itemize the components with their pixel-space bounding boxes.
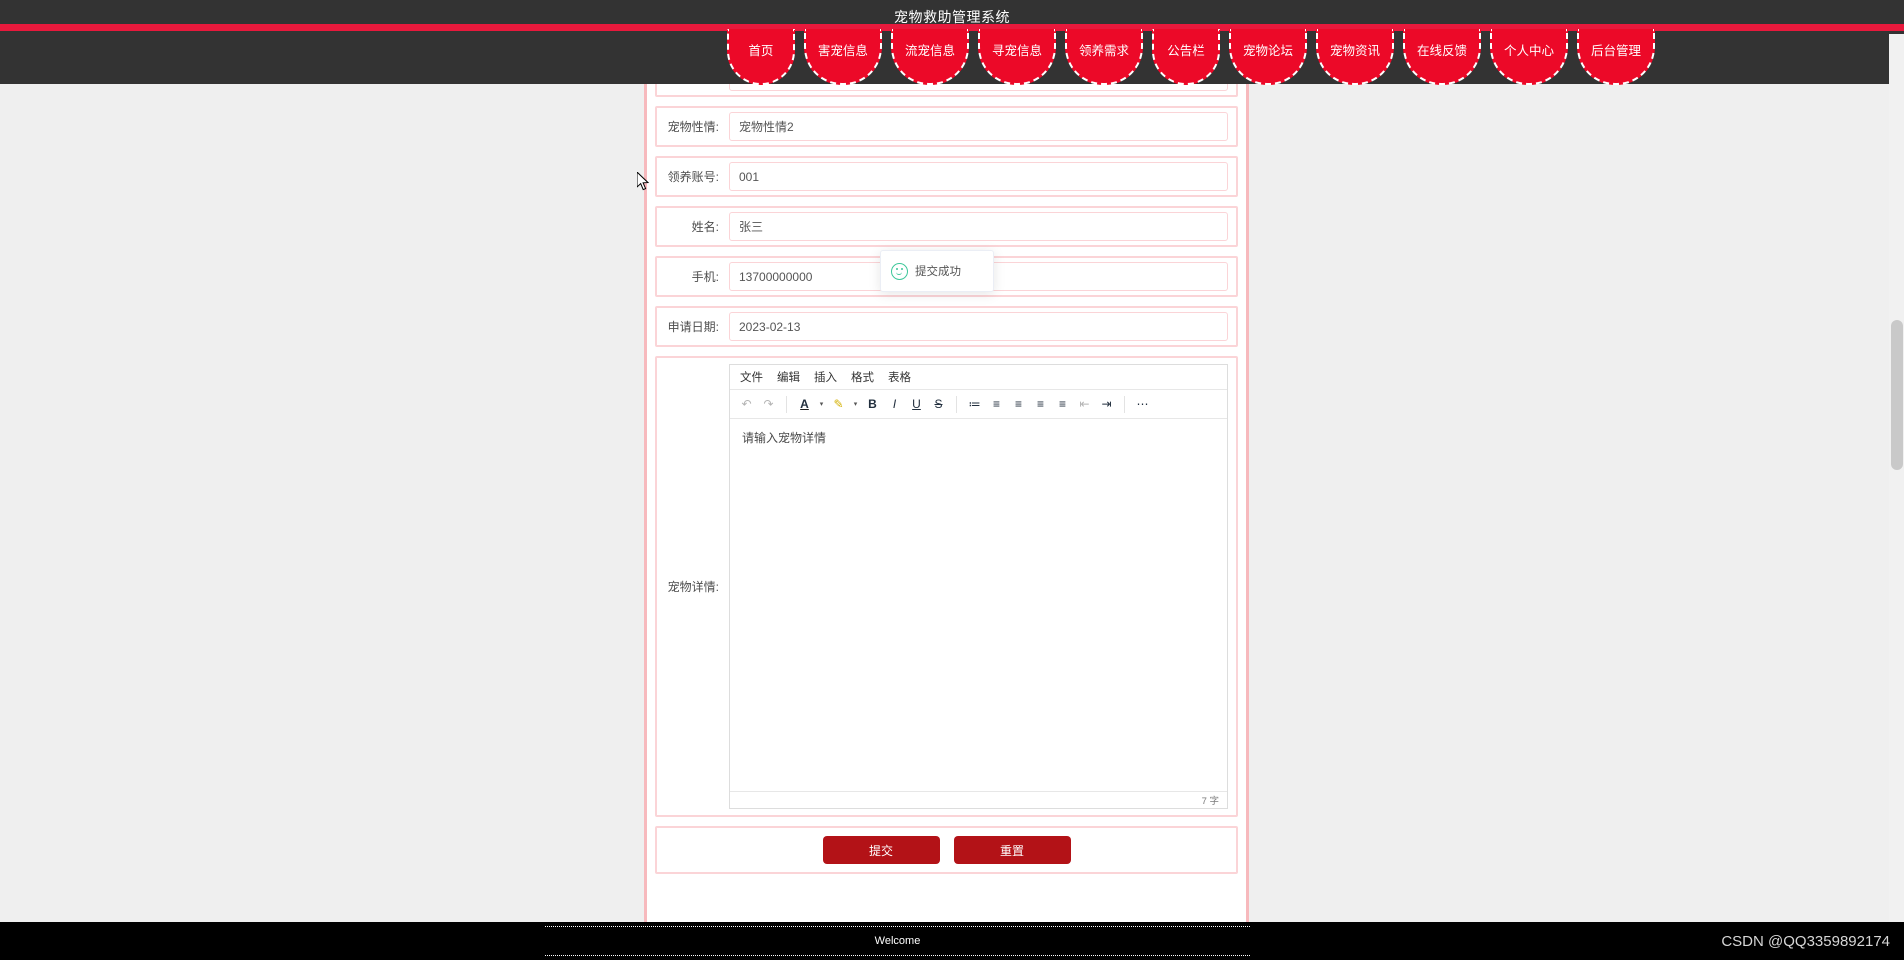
submit-button[interactable]: 提交 <box>822 836 940 864</box>
toast-message: 提交成功 <box>915 266 961 278</box>
form-row-0: 宠物性情: <box>655 106 1238 147</box>
strikethrough-icon[interactable]: S <box>928 394 949 415</box>
pet-detail-editor-row: 宠物详情: 文件 编辑 插入 格式 表格 ↶ ↷ A ▾ ✎ ▾ B I U S ≔ ≡ ≡ ≡ ≡ ⇤ ⇥ ⋯ 请输入宠… <box>655 356 1238 817</box>
nav-item-label: 害宠信息 <box>817 43 868 58</box>
pet-detail-label: 宠物详情: <box>667 580 719 594</box>
rich-text-editor[interactable]: 文件 编辑 插入 格式 表格 ↶ ↷ A ▾ ✎ ▾ B I U S ≔ ≡ ≡ ≡ ≡ ⇤ ⇥ ⋯ 请输入宠物详情 7 … <box>729 364 1228 809</box>
nav-item-7[interactable]: 宠物资讯 <box>1316 29 1395 85</box>
nav-item-9[interactable]: 个人中心 <box>1490 29 1569 85</box>
editor-menu-2[interactable]: 插入 <box>814 369 837 385</box>
align-left-icon[interactable]: ≡ <box>986 394 1007 415</box>
watermark-label: CSDN @QQ3359892174 <box>1721 933 1890 950</box>
success-toast: 提交成功 <box>880 250 994 292</box>
nav-item-3[interactable]: 寻宠信息 <box>977 29 1056 85</box>
nav-item-label: 宠物论坛 <box>1242 43 1293 58</box>
form-row-label-3: 手机: <box>691 270 719 284</box>
toolbar-divider <box>786 395 787 413</box>
bold-icon[interactable]: B <box>862 394 883 415</box>
bullet-list-icon[interactable]: ≔ <box>964 394 985 415</box>
nav-item-label: 个人中心 <box>1504 43 1555 58</box>
form-row-1: 领养账号: <box>655 156 1238 197</box>
nav-item-4[interactable]: 领养需求 <box>1064 29 1143 85</box>
form-row-label-0: 宠物性情: <box>667 120 719 134</box>
form-row-4: 申请日期: <box>655 306 1238 347</box>
undo-icon[interactable]: ↶ <box>736 394 757 415</box>
reset-button[interactable]: 重置 <box>953 836 1071 864</box>
editor-toolbar: ↶ ↷ A ▾ ✎ ▾ B I U S ≔ ≡ ≡ ≡ ≡ ⇤ ⇥ ⋯ <box>730 390 1227 419</box>
nav-item-2[interactable]: 流宠信息 <box>890 29 969 85</box>
app-root: 宠物救助管理系统 首页 害宠信息 流宠信息 寻宠信息 领养需求 公告栏 宠物论坛 宠物资讯 在线… <box>0 0 1904 960</box>
editor-menu-4[interactable]: 表格 <box>888 369 911 385</box>
nav-item-1[interactable]: 害宠信息 <box>803 29 882 85</box>
editor-content-area[interactable]: 请输入宠物详情 <box>730 419 1227 791</box>
page-body: 宠物性情: 领养账号: 姓名: 手机: 申请日期: 宠物详情: 文件编辑插入格式表格 ↶… <box>0 56 1904 924</box>
toolbar-divider <box>1124 395 1125 413</box>
text-color-chevron-down-icon[interactable]: ▾ <box>816 394 827 415</box>
footer-text: Welcome <box>545 926 1250 956</box>
align-justify-icon[interactable]: ≡ <box>1052 394 1073 415</box>
form-row-label-4: 申请日期: <box>667 320 719 334</box>
nav-item-label: 领养需求 <box>1078 43 1129 58</box>
nav-item-5[interactable]: 公告栏 <box>1151 29 1220 85</box>
form-rows: 宠物性情: 领养账号: 姓名: 手机: 申请日期: 宠物详情: 文件编辑插入格式表格 ↶… <box>647 56 1246 874</box>
nav-item-6[interactable]: 宠物论坛 <box>1228 29 1307 85</box>
nav-item-label: 流宠信息 <box>904 43 955 58</box>
editor-word-count: 7 字 <box>730 791 1227 808</box>
editor-menubar: 文件 编辑 插入 格式 表格 <box>730 365 1227 390</box>
form-row-input-1[interactable] <box>729 162 1228 191</box>
outdent-icon[interactable]: ⇤ <box>1074 394 1095 415</box>
editor-menu-1[interactable]: 编辑 <box>777 369 800 385</box>
more-options-icon[interactable]: ⋯ <box>1132 394 1153 415</box>
page-scrollbar-track[interactable] <box>1889 34 1904 922</box>
nav-item-label: 宠物资讯 <box>1330 43 1381 58</box>
form-actions-row: 提交 重置 <box>655 826 1238 874</box>
form-row-input-2[interactable] <box>729 212 1228 241</box>
align-right-icon[interactable]: ≡ <box>1030 394 1051 415</box>
page-scrollbar-thumb[interactable] <box>1891 320 1903 470</box>
indent-icon[interactable]: ⇥ <box>1096 394 1117 415</box>
redo-icon[interactable]: ↷ <box>758 394 779 415</box>
highlight-color-icon[interactable]: ✎ <box>828 394 849 415</box>
form-row-input-4[interactable] <box>729 312 1228 341</box>
underline-icon[interactable]: U <box>906 394 927 415</box>
main-navigation: 首页 害宠信息 流宠信息 寻宠信息 领养需求 公告栏 宠物论坛 宠物资讯 在线反馈 个人中心 后台管… <box>0 29 1904 85</box>
smiley-face-icon <box>891 262 908 280</box>
site-footer: Welcome <box>0 922 1904 960</box>
highlight-color-chevron-down-icon[interactable]: ▾ <box>850 394 861 415</box>
editor-menu-3[interactable]: 格式 <box>851 369 874 385</box>
text-color-icon[interactable]: A <box>794 394 815 415</box>
italic-icon[interactable]: I <box>884 394 905 415</box>
nav-item-label: 寻宠信息 <box>991 43 1042 58</box>
form-row-label-1: 领养账号: <box>667 170 719 184</box>
form-row-label-2: 姓名: <box>691 220 719 234</box>
nav-item-label: 在线反馈 <box>1417 43 1468 58</box>
nav-item-0[interactable]: 首页 <box>726 29 795 85</box>
nav-item-label: 首页 <box>748 43 774 58</box>
nav-item-label: 公告栏 <box>1167 43 1205 58</box>
align-center-icon[interactable]: ≡ <box>1008 394 1029 415</box>
nav-item-8[interactable]: 在线反馈 <box>1403 29 1482 85</box>
toolbar-divider <box>956 395 957 413</box>
form-row-input-0[interactable] <box>729 112 1228 141</box>
nav-item-10[interactable]: 后台管理 <box>1577 29 1656 85</box>
form-row-2: 姓名: <box>655 206 1238 247</box>
editor-menu-0[interactable]: 文件 <box>740 369 763 385</box>
nav-item-label: 后台管理 <box>1591 43 1642 58</box>
field-rows-group: 宠物性情: 领养账号: 姓名: 手机: 申请日期: <box>647 106 1246 347</box>
